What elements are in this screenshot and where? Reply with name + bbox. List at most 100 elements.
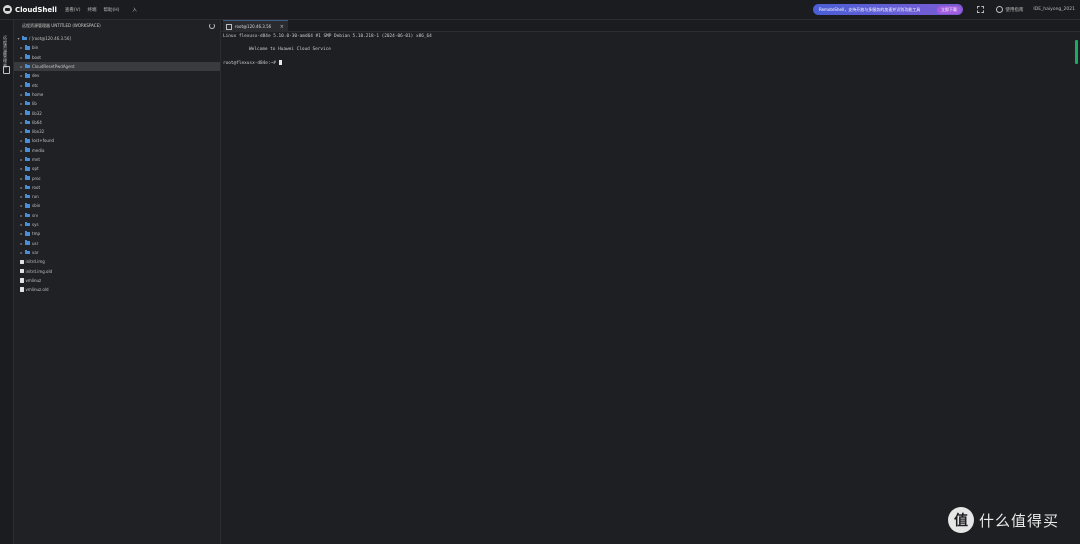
tree-folder[interactable]: ▸ srv (14, 211, 220, 220)
help-icon[interactable] (996, 6, 1004, 13)
tree-folder[interactable]: ▸ proc (14, 173, 220, 182)
tree-file[interactable]: vmlinuz.old (14, 285, 220, 294)
tree-folder[interactable]: ▸ var (14, 248, 220, 257)
folder-icon (22, 36, 27, 41)
user-account[interactable]: IDE_haiyong_2021 (1033, 7, 1075, 12)
close-icon[interactable]: × (280, 24, 284, 30)
terminal-panel[interactable]: Linux flexusx-d84e 5.10.0-30-amd64 #1 SM… (221, 32, 1080, 544)
chevron-right-icon: ▸ (20, 64, 23, 70)
folder-icon (25, 45, 30, 50)
tree-folder[interactable]: ▸ libx32 (14, 127, 220, 136)
tree-folder[interactable]: ▸ sys (14, 220, 220, 229)
folder-icon (25, 110, 30, 115)
folder-icon (25, 231, 30, 236)
tree-folder[interactable]: ▸ root (14, 183, 220, 192)
tree-item-label: dev (32, 73, 40, 79)
tree-folder[interactable]: ▸ tmp (14, 229, 220, 238)
activity-bar: 远程资源管理器 (0, 20, 14, 544)
tree-folder[interactable]: ▸ lost+found (14, 136, 220, 145)
tree-root-label: / [root@120.46.3.56] (29, 36, 71, 42)
promo-text: RemoteShell，支持开放与多服务的加速并识别功能工具 (819, 6, 921, 12)
menu-terminal[interactable]: 终端 (88, 7, 97, 13)
tree-item-label: bin (32, 45, 39, 51)
tree-item-label: boot (32, 54, 42, 60)
chevron-right-icon: ▸ (20, 129, 23, 135)
folder-icon (25, 249, 30, 255)
tree-root[interactable]: ▾ / [root@120.46.3.56] (14, 34, 220, 43)
chevron-right-icon: ▸ (20, 54, 23, 60)
tree-folder[interactable]: ▸ media (14, 146, 220, 155)
tree-folder[interactable]: ▸ sbin (14, 201, 220, 210)
tree-item-label: usr (32, 240, 39, 246)
folder-icon (25, 73, 30, 78)
tab-terminal[interactable]: root@120.46.3.56 × (223, 20, 288, 32)
tree-file[interactable]: vmlinuz (14, 276, 220, 285)
tree-file[interactable]: initrd.img (14, 257, 220, 266)
tree-item-label: run (32, 194, 39, 200)
tree-folder[interactable]: ▸ bin (14, 43, 220, 52)
tree-folder[interactable]: ▸ home (14, 90, 220, 99)
terminal-line-welcome: Welcome to Huawei Cloud Service (249, 47, 331, 52)
tree-item-label: vmlinuz (25, 277, 42, 283)
tree-item-label: media (32, 147, 45, 153)
file-icon[interactable] (3, 66, 10, 74)
tree-folder[interactable]: ▸ lib (14, 99, 220, 108)
tree-item-label: sbin (32, 203, 41, 209)
tree-item-label: opt (32, 166, 39, 172)
watermark: 值 什么值得买 (948, 507, 1059, 533)
tree-item-label: lib (32, 101, 37, 107)
tree-folder[interactable]: ▸ CloudResetPwdAgent (14, 61, 220, 72)
tree-item-label: mnt (32, 157, 40, 162)
tree-folder[interactable]: ▸ etc (14, 80, 220, 89)
folder-icon (25, 212, 30, 218)
refresh-icon[interactable] (209, 23, 215, 29)
menu-help[interactable]: 帮助(H) (104, 7, 120, 13)
folder-icon (25, 91, 30, 97)
tree-file[interactable]: initrd.img.old (14, 266, 220, 275)
folder-icon (25, 82, 30, 87)
tree-item-label: libx32 (32, 129, 45, 135)
chevron-right-icon: ▸ (20, 203, 23, 209)
folder-icon (25, 138, 30, 143)
file-icon (20, 278, 24, 283)
folder-icon (25, 166, 30, 171)
chevron-right-icon: ▸ (20, 138, 23, 144)
tree-item-label: vmlinuz.old (25, 287, 49, 293)
guide-link[interactable]: 使用指南 (1005, 7, 1023, 13)
folder-icon (25, 101, 30, 106)
tree-item-label: tmp (32, 231, 41, 237)
tree-item-label: root (32, 184, 41, 190)
tree-item-label: sys (32, 222, 39, 228)
fullscreen-icon[interactable] (977, 6, 985, 13)
tree-folder[interactable]: ▸ run (14, 192, 220, 201)
tree-folder[interactable]: ▸ opt (14, 164, 220, 173)
top-bar: CloudShell 查看(V) 终端 帮助(H) 入 RemoteShell，… (0, 0, 1080, 20)
menu-view[interactable]: 查看(V) (65, 7, 81, 13)
tree-folder[interactable]: ▸ lib32 (14, 108, 220, 117)
tree-folder[interactable]: ▸ lib64 (14, 118, 220, 127)
tree-item-label: CloudResetPwdAgent (32, 64, 75, 70)
tree-item-label: home (32, 91, 44, 97)
file-tree: ▾ / [root@120.46.3.56] ▸ bin ▸ boot ▸ CloudRe… (14, 34, 220, 294)
download-button[interactable]: 立即下载 (937, 5, 961, 14)
tree-item-label: lib64 (32, 119, 42, 125)
sidebar-header: 远程资源管理器 UNTITLED (WORKSPACE) (14, 20, 220, 32)
tree-folder[interactable]: ▸ mnt (14, 155, 220, 164)
menu-bar: 查看(V) 终端 帮助(H) 入 (65, 7, 144, 13)
header-right: 使用指南 IDE_haiyong_2021 (977, 0, 1075, 19)
chevron-right-icon: ▸ (20, 45, 23, 51)
remote-explorer-tab[interactable]: 远程资源管理器 (3, 35, 9, 68)
promo-banner: RemoteShell，支持开放与多服务的加速并识别功能工具 立即下载 (813, 4, 963, 15)
tree-folder[interactable]: ▸ boot (14, 53, 220, 62)
terminal-scrollbar[interactable] (1075, 40, 1078, 64)
folder-icon (25, 156, 30, 162)
menu-enter[interactable]: 入 (132, 7, 137, 13)
tree-folder[interactable]: ▸ usr (14, 239, 220, 248)
tree-folder[interactable]: ▸ dev (14, 71, 220, 80)
chevron-down-icon: ▾ (17, 36, 20, 42)
tree-item-label: srv (32, 212, 39, 218)
terminal-line-system: Linux flexusx-d84e 5.10.0-30-amd64 #1 SM… (223, 34, 432, 39)
folder-icon (25, 194, 30, 199)
folder-icon (25, 184, 30, 190)
file-icon (20, 268, 24, 274)
